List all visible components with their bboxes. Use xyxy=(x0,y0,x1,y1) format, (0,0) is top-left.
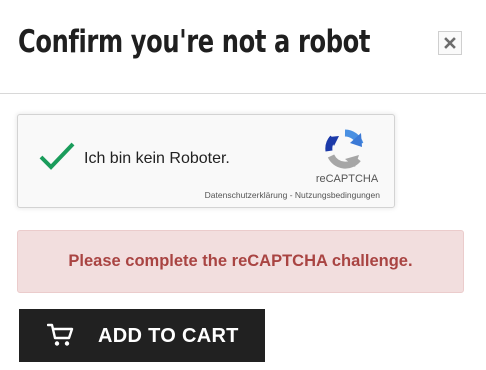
close-button[interactable] xyxy=(438,31,462,55)
add-to-cart-label: ADD TO CART xyxy=(98,325,239,347)
recaptcha-checkbox-label[interactable]: Ich bin kein Roboter. xyxy=(84,150,230,168)
error-alert: Please complete the reCAPTCHA challenge. xyxy=(17,230,464,293)
recaptcha-logo-icon xyxy=(325,129,364,169)
alert-message: Please complete the reCAPTCHA challenge. xyxy=(68,252,413,270)
add-to-cart-button[interactable]: ADD TO CART xyxy=(19,309,265,362)
modal-header: Confirm you're not a robot xyxy=(0,0,486,94)
close-icon xyxy=(444,37,456,49)
recaptcha-links: Datenschutzerklärung - Nutzungsbedingung… xyxy=(205,190,380,200)
checkmark-icon[interactable] xyxy=(38,141,76,171)
privacy-link[interactable]: Datenschutzerklärung xyxy=(205,190,288,200)
modal-title: Confirm you're not a robot xyxy=(18,24,371,60)
cart-icon xyxy=(47,323,74,346)
recaptcha-brand-label: reCAPTCHA xyxy=(315,173,379,185)
captcha-modal: Confirm you're not a robot Ich bin kein … xyxy=(0,0,486,370)
terms-link[interactable]: Nutzungsbedingungen xyxy=(295,190,380,200)
recaptcha-widget: Ich bin kein Roboter. reCAPTCHA Datensch… xyxy=(17,114,395,208)
links-separator: - xyxy=(287,190,295,200)
